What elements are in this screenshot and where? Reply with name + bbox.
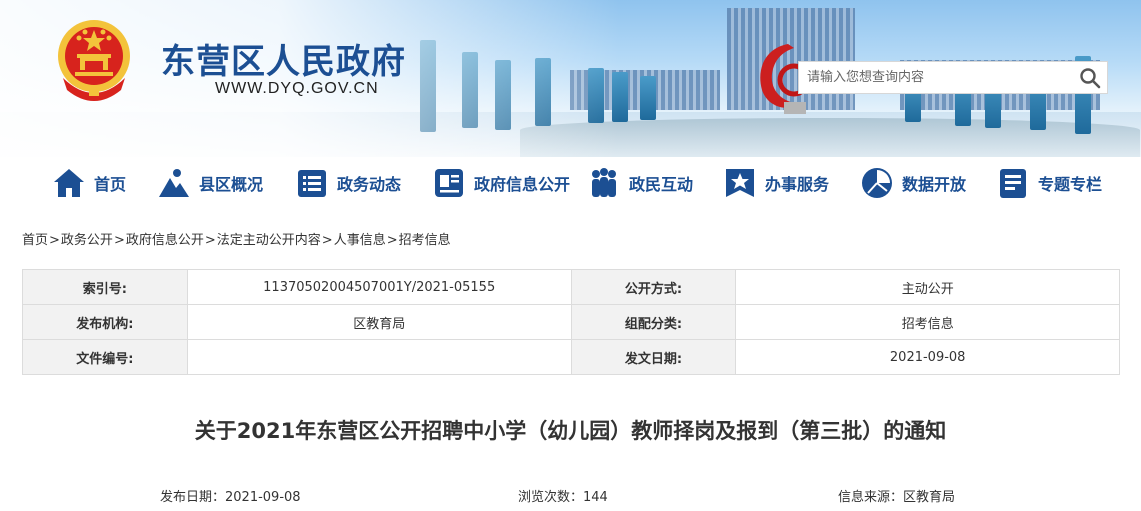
nav-item-label: 首页 xyxy=(94,175,127,194)
info-value: 区教育局 xyxy=(186,304,572,340)
nav-item-news[interactable]: 政务动态 xyxy=(295,165,401,201)
info-key: 文件编号: xyxy=(22,339,188,375)
breadcrumb-link[interactable]: 法定主动公开内容 xyxy=(217,233,321,248)
document-info-table: 索引号: 11370502004507001Y/2021-05155 公开方式:… xyxy=(22,269,1120,375)
nav-item-label: 数据开放 xyxy=(902,175,967,194)
mountain-icon xyxy=(159,169,189,197)
site-url: WWW.DYQ.GOV.CN xyxy=(215,80,379,97)
clipboard-icon xyxy=(1000,169,1026,198)
breadcrumb-separator: > xyxy=(49,233,60,248)
breadcrumb: 首页>政务公开>政府信息公开>法定主动公开内容>人事信息>招考信息 xyxy=(22,229,451,248)
table-row: 文件编号: 发文日期: 2021-09-08 xyxy=(22,339,1120,375)
article-title: 关于2021年东营区公开招聘中小学（幼儿园）教师择岗及报到（第三批）的通知 xyxy=(194,419,947,443)
view-count: 浏览次数：144 xyxy=(518,486,608,505)
search-box xyxy=(798,61,1108,94)
main-nav: 首页 县区概况 政务动态 政府信息公开 政民互动 办事服务 数据开放 专题专栏 xyxy=(0,157,1141,210)
breadcrumb-separator: > xyxy=(113,233,125,248)
nav-item-overview[interactable]: 县区概况 xyxy=(157,165,263,201)
breadcrumb-link[interactable]: 政府信息公开 xyxy=(126,233,204,248)
people-icon xyxy=(592,168,616,197)
info-value: 11370502004507001Y/2021-05155 xyxy=(186,269,572,305)
nav-item-info-disclosure[interactable]: 政府信息公开 xyxy=(432,165,570,201)
breadcrumb-link[interactable]: 招考信息 xyxy=(399,233,451,248)
breadcrumb-separator: > xyxy=(321,233,333,248)
view-count-value: 144 xyxy=(583,490,608,505)
nav-item-label: 政务动态 xyxy=(337,175,402,194)
info-value: 招考信息 xyxy=(735,304,1120,340)
table-row: 索引号: 11370502004507001Y/2021-05155 公开方式:… xyxy=(22,269,1120,305)
info-value: 2021-09-08 xyxy=(735,339,1120,375)
breadcrumb-link[interactable]: 政务公开 xyxy=(61,233,113,248)
nav-item-label: 政府信息公开 xyxy=(474,175,571,194)
breadcrumb-separator: > xyxy=(386,233,398,248)
table-row: 发布机构: 区教育局 组配分类: 招考信息 xyxy=(22,304,1120,340)
info-value: 主动公开 xyxy=(735,269,1120,305)
nav-item-label: 政民互动 xyxy=(629,175,694,194)
breadcrumb-link[interactable]: 首页 xyxy=(22,233,48,248)
info-source: 信息来源：区教育局 xyxy=(838,490,956,505)
info-key: 发文日期: xyxy=(570,339,737,375)
info-key: 组配分类: xyxy=(570,304,737,340)
nav-item-label: 办事服务 xyxy=(765,175,830,194)
nav-item-home[interactable]: 首页 xyxy=(52,165,126,201)
news-icon xyxy=(298,170,326,197)
star-icon xyxy=(726,169,754,197)
nav-item-interaction[interactable]: 政民互动 xyxy=(587,165,693,201)
info-value xyxy=(186,339,572,375)
publish-date: 发布日期：2021-09-08 xyxy=(160,490,301,505)
nav-item-open-data[interactable]: 数据开放 xyxy=(860,165,966,201)
search-icon[interactable] xyxy=(1079,67,1101,89)
info-key: 公开方式: xyxy=(570,269,737,305)
view-count-label: 浏览次数： xyxy=(518,490,584,505)
banner-pillar xyxy=(640,76,656,120)
header-banner: 东营区人民政府 WWW.DYQ.GOV.CN xyxy=(0,0,1141,157)
national-emblem-icon xyxy=(58,20,130,101)
nav-item-label: 专题专栏 xyxy=(1038,175,1103,194)
nav-item-special-topics[interactable]: 专题专栏 xyxy=(996,165,1102,201)
breadcrumb-separator: > xyxy=(204,233,216,248)
nav-item-services[interactable]: 办事服务 xyxy=(723,165,829,201)
breadcrumb-link[interactable]: 人事信息 xyxy=(334,233,386,248)
info-key: 发布机构: xyxy=(22,304,188,340)
pie-chart-icon xyxy=(862,168,892,198)
search-input[interactable] xyxy=(799,62,1069,93)
home-icon xyxy=(54,169,84,197)
site-title: 东营区人民政府 xyxy=(161,42,406,82)
document-icon xyxy=(435,169,463,197)
nav-item-label: 县区概况 xyxy=(199,175,264,194)
info-key: 索引号: xyxy=(22,269,188,305)
